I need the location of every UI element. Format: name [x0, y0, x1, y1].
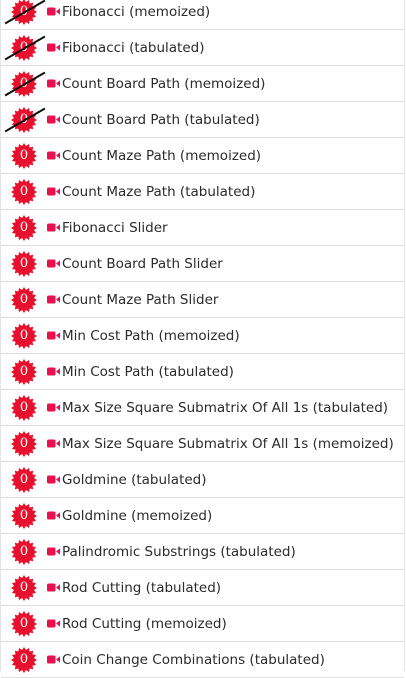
badge-count: 0	[19, 363, 29, 379]
starburst-badge-icon: 0	[11, 322, 37, 349]
badge-count: 0	[19, 651, 29, 667]
video-camera-icon	[47, 547, 60, 556]
list-item-title[interactable]: Fibonacci Slider	[62, 220, 168, 236]
video-list: 0 Fibonacci (memoized) 0 Fibonacci (tabulat…	[0, 0, 405, 678]
list-item-title[interactable]: Goldmine (tabulated)	[62, 472, 207, 488]
starburst-badge-icon: 0	[11, 214, 37, 241]
badge-count: 0	[19, 435, 29, 451]
list-item[interactable]: 0 Count Maze Path Slider	[1, 282, 404, 318]
starburst-badge-icon: 0	[4, 0, 46, 25]
list-item-title[interactable]: Count Maze Path (tabulated)	[62, 184, 255, 200]
list-item-title[interactable]: Fibonacci (memoized)	[62, 4, 210, 20]
list-item[interactable]: 0 Rod Cutting (memoized)	[1, 606, 404, 642]
video-camera-icon	[47, 259, 60, 268]
list-item-title[interactable]: Palindromic Substrings (tabulated)	[62, 544, 296, 560]
list-item[interactable]: 0 Count Board Path (tabulated)	[1, 102, 404, 138]
list-item-title[interactable]: Count Board Path (memoized)	[62, 76, 265, 92]
list-item-title[interactable]: Max Size Square Submatrix Of All 1s (tab…	[62, 400, 388, 416]
list-item[interactable]: 0 Coin Change Combinations (tabulated)	[1, 642, 404, 678]
badge-count: 0	[19, 399, 29, 415]
starburst-badge-icon: 0	[11, 142, 37, 169]
starburst-badge-icon: 0	[11, 502, 37, 529]
list-item-title[interactable]: Count Maze Path (memoized)	[62, 148, 261, 164]
starburst-badge-icon: 0	[11, 430, 37, 457]
list-item-title[interactable]: Count Maze Path Slider	[62, 292, 218, 308]
list-item-title[interactable]: Max Size Square Submatrix Of All 1s (mem…	[62, 436, 394, 452]
list-item[interactable]: 0 Palindromic Substrings (tabulated)	[1, 534, 404, 570]
list-item[interactable]: 0 Count Maze Path (memoized)	[1, 138, 404, 174]
starburst-badge-icon: 0	[4, 106, 46, 133]
list-item-title[interactable]: Rod Cutting (memoized)	[62, 616, 227, 632]
video-camera-icon	[47, 43, 60, 52]
starburst-badge-icon: 0	[11, 286, 37, 313]
video-camera-icon	[47, 187, 60, 196]
video-camera-icon	[47, 151, 60, 160]
video-camera-icon	[47, 511, 60, 520]
list-item[interactable]: 0 Goldmine (tabulated)	[1, 462, 404, 498]
video-camera-icon	[47, 331, 60, 340]
badge-count: 0	[19, 327, 29, 343]
badge-count: 0	[19, 147, 29, 163]
list-item[interactable]: 0 Min Cost Path (memoized)	[1, 318, 404, 354]
list-item-title[interactable]: Goldmine (memoized)	[62, 508, 212, 524]
starburst-badge-icon: 0	[11, 466, 37, 493]
starburst-badge-icon: 0	[11, 646, 37, 673]
list-item-title[interactable]: Coin Change Combinations (tabulated)	[62, 652, 325, 668]
video-camera-icon	[47, 655, 60, 664]
list-item-title[interactable]: Min Cost Path (memoized)	[62, 328, 240, 344]
badge-count: 0	[19, 471, 29, 487]
list-item[interactable]: 0 Goldmine (memoized)	[1, 498, 404, 534]
video-camera-icon	[47, 439, 60, 448]
video-camera-icon	[47, 367, 60, 376]
list-item[interactable]: 0 Count Board Path (memoized)	[1, 66, 404, 102]
list-item[interactable]: 0 Fibonacci (tabulated)	[1, 30, 404, 66]
video-camera-icon	[47, 583, 60, 592]
list-item-title[interactable]: Rod Cutting (tabulated)	[62, 580, 221, 596]
badge-count: 0	[19, 291, 29, 307]
video-camera-icon	[47, 7, 60, 16]
starburst-badge-icon: 0	[4, 34, 46, 61]
starburst-badge-icon: 0	[11, 358, 37, 385]
list-item-title[interactable]: Count Board Path (tabulated)	[62, 112, 260, 128]
badge-count: 0	[19, 219, 29, 235]
starburst-badge-icon: 0	[4, 70, 46, 97]
badge-count: 0	[19, 255, 29, 271]
video-camera-icon	[47, 115, 60, 124]
video-camera-icon	[47, 403, 60, 412]
starburst-badge-icon: 0	[11, 610, 37, 637]
list-item[interactable]: 0 Max Size Square Submatrix Of All 1s (ta…	[1, 390, 404, 426]
list-item-title[interactable]: Fibonacci (tabulated)	[62, 40, 205, 56]
starburst-badge-icon: 0	[11, 178, 37, 205]
video-camera-icon	[47, 619, 60, 628]
starburst-badge-icon: 0	[11, 538, 37, 565]
starburst-badge-icon: 0	[11, 574, 37, 601]
badge-count: 0	[19, 579, 29, 595]
list-item[interactable]: 0 Rod Cutting (tabulated)	[1, 570, 404, 606]
list-item[interactable]: 0 Max Size Square Submatrix Of All 1s (me…	[1, 426, 404, 462]
video-camera-icon	[47, 79, 60, 88]
badge-count: 0	[19, 183, 29, 199]
starburst-badge-icon: 0	[11, 394, 37, 421]
video-camera-icon	[47, 475, 60, 484]
list-item-title[interactable]: Min Cost Path (tabulated)	[62, 364, 234, 380]
list-item-title[interactable]: Count Board Path Slider	[62, 256, 223, 272]
video-camera-icon	[47, 223, 60, 232]
badge-count: 0	[19, 507, 29, 523]
list-item[interactable]: 0 Min Cost Path (tabulated)	[1, 354, 404, 390]
badge-count: 0	[19, 543, 29, 559]
list-item[interactable]: 0 Count Maze Path (tabulated)	[1, 174, 404, 210]
badge-count: 0	[19, 615, 29, 631]
video-camera-icon	[47, 295, 60, 304]
starburst-badge-icon: 0	[11, 250, 37, 277]
list-item[interactable]: 0 Fibonacci (memoized)	[1, 0, 404, 30]
list-item[interactable]: 0 Count Board Path Slider	[1, 246, 404, 282]
list-item[interactable]: 0 Fibonacci Slider	[1, 210, 404, 246]
